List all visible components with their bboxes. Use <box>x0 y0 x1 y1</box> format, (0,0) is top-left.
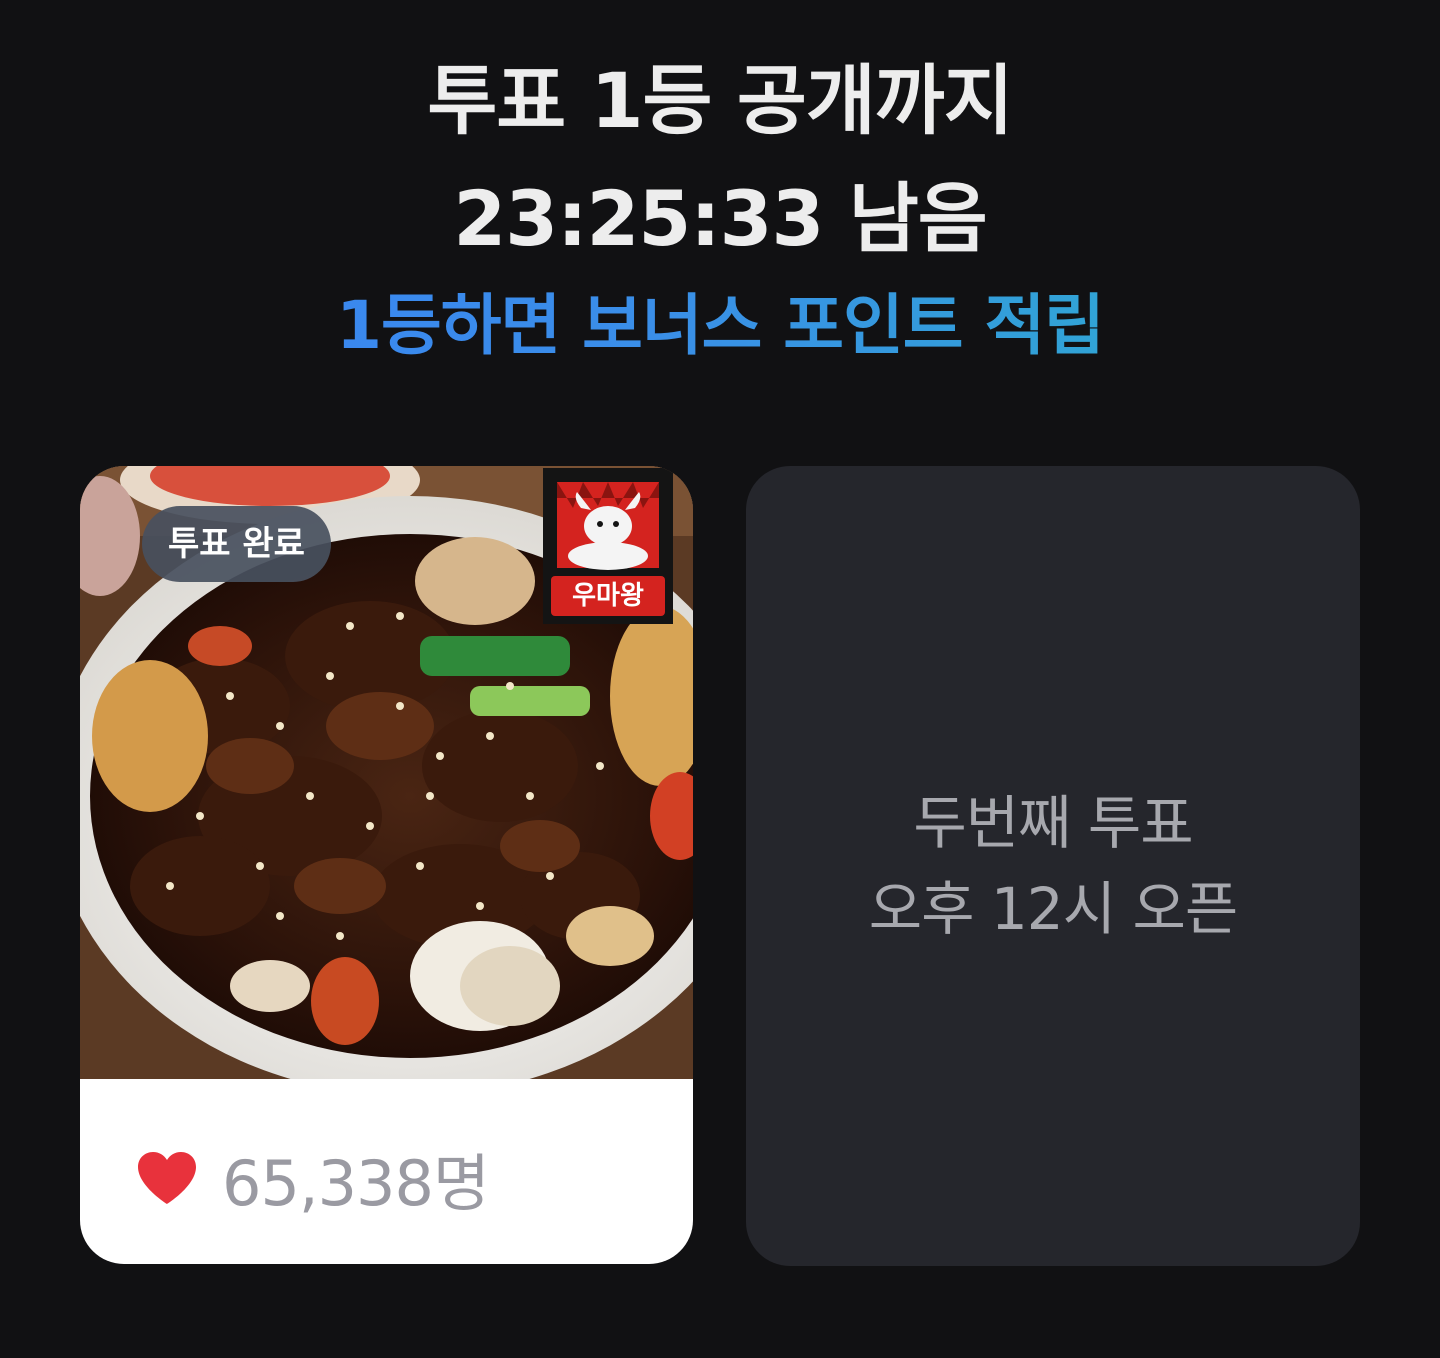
header: 투표 1등 공개까지 23:25:33 남음 1등하면 보너스 포인트 적립 <box>0 42 1440 368</box>
countdown-title: 투표 1등 공개까지 <box>427 56 1013 145</box>
brand-logo-text: 우마왕 <box>572 581 644 611</box>
like-count-row: 65,338명 <box>136 1138 490 1220</box>
voted-menu-card[interactable]: 투표 완료 우마왕 65,338명 <box>80 466 693 1264</box>
brand-logo: 우마왕 <box>543 468 673 624</box>
countdown-timer: 23:25:33 남음 <box>453 174 987 263</box>
vote-page: 투표 1등 공개까지 23:25:33 남음 1등하면 보너스 포인트 적립 투… <box>0 0 1440 1358</box>
next-vote-open-time: 오후 12시 오픈 <box>868 875 1238 943</box>
heart-icon <box>138 1152 196 1204</box>
like-count: 65,338명 <box>222 1147 490 1220</box>
bonus-subtitle: 1등하면 보너스 포인트 적립 <box>0 284 1440 368</box>
next-vote-locked-card: 두번째 투표 오후 12시 오픈 <box>746 466 1360 1266</box>
vote-complete-badge: 투표 완료 <box>142 506 331 582</box>
next-vote-title: 두번째 투표 <box>913 789 1193 857</box>
